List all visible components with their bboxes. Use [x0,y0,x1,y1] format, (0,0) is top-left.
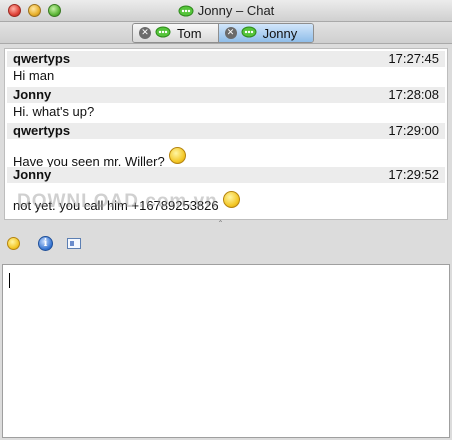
chat-bubble-icon [241,26,257,41]
message-text-content: Hi man [13,68,55,83]
message-sender: qwertyps [13,123,71,138]
text-caret [9,273,10,288]
tab-label: Tom [177,25,202,41]
message-time: 17:29:52 [388,167,439,182]
message-text: Have you seen mr. Willer? [5,139,447,169]
message-header: qwertyps 17:27:45 [7,51,445,67]
info-icon[interactable]: i [38,236,53,251]
smiley-emoticon-icon [168,147,186,164]
message-header: Jonny 17:29:52 [7,167,445,183]
window-title: Jonny – Chat [0,3,452,20]
close-tab-icon[interactable]: ✕ [224,27,237,39]
laughing-emoticon-icon [222,191,240,208]
message-text-content: Hi. what's up? [13,104,95,119]
message-header: Jonny 17:28:08 [7,87,445,103]
message-toolbar: i [0,230,452,256]
message-header: qwertyps 17:29:00 [7,123,445,139]
message-time: 17:28:08 [388,87,439,102]
tab-label: Jonny [262,25,298,41]
smiley-icon[interactable] [7,237,20,250]
chat-bubble-icon [178,5,194,20]
message-text: not yet. you call him +16789253826 [5,183,447,213]
message-sender: qwertyps [13,51,71,66]
message-input[interactable] [2,264,450,438]
close-tab-icon[interactable]: ✕ [139,27,151,39]
message-text: Hi man [5,67,447,85]
contact-card-icon[interactable] [67,238,81,249]
tab-jonny[interactable]: ✕ Jonny [217,24,314,42]
tab-group: ✕ Tom ✕ Jonny [132,23,315,43]
message-time: 17:27:45 [388,51,439,66]
message-time: 17:29:00 [388,123,439,138]
chat-bubble-icon [155,26,171,41]
title-bar: Jonny – Chat [0,0,452,22]
message-text: Hi. what's up? [5,103,447,121]
tab-tom[interactable]: ✕ Tom [133,24,218,42]
message-text-content: not yet. you call him +16789253826 [13,198,219,213]
chat-log[interactable]: qwertyps 17:27:45 Hi man Jonny 17:28:08 … [4,48,448,220]
window-title-text: Jonny – Chat [197,3,275,18]
message-sender: Jonny [13,167,52,182]
message-sender: Jonny [13,87,52,102]
tab-bar: ✕ Tom ✕ Jonny [0,22,452,44]
